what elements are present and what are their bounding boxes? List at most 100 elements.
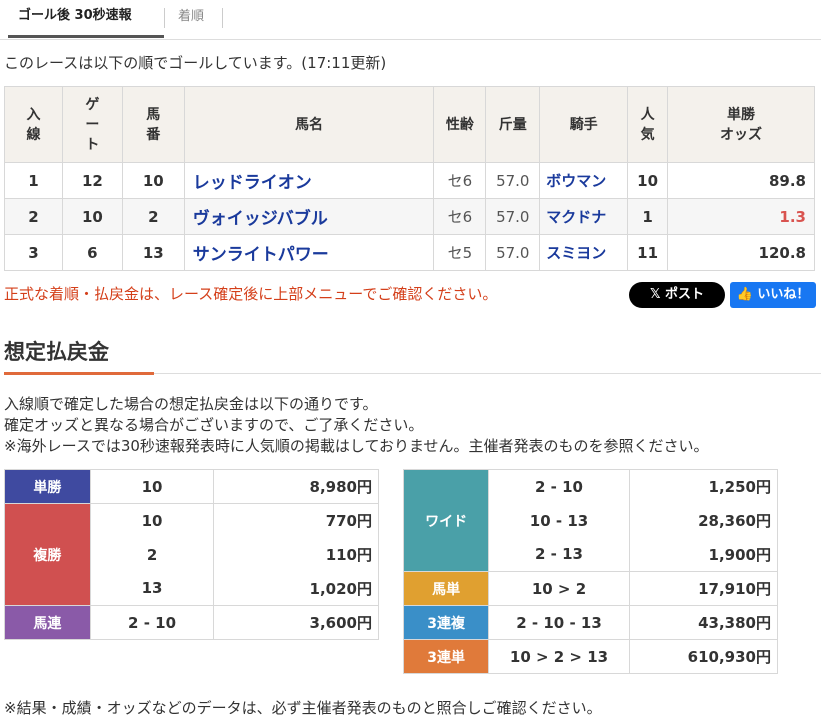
tab-bar: ゴール後 30秒速報 着順 bbox=[0, 0, 821, 40]
jockey-link[interactable]: マクドナ bbox=[539, 198, 629, 235]
label-umatan: 馬単 bbox=[402, 571, 490, 606]
cell-order: 3 bbox=[4, 234, 63, 271]
intro-text: このレースは以下の順でゴールしています。(17:11更新) bbox=[4, 54, 387, 72]
payout-row-umatan: 馬単 10 > 2 17,910円 bbox=[402, 571, 779, 606]
label-umaren: 馬連 bbox=[4, 605, 91, 640]
combo: 13 bbox=[89, 571, 215, 606]
label-tansho: 単勝 bbox=[4, 469, 91, 504]
amount: 1,020円 bbox=[213, 571, 379, 606]
amount: 1,250円 bbox=[628, 469, 779, 504]
table-row: 1 12 10 レッドライオン セ6 57.0 ボウマン 10 89.8 bbox=[4, 162, 815, 199]
post-label: ポスト bbox=[664, 287, 704, 302]
combo: 2 bbox=[89, 537, 215, 572]
table-header-row: 入 線 ゲ ー ト 馬 番 馬名 性齢 斤量 騎手 人 気 単勝 オッズ bbox=[4, 86, 815, 163]
combo: 10 > 2 > 13 bbox=[488, 639, 630, 674]
tab-divider bbox=[164, 8, 165, 28]
label-sanrenpuku: 3連複 bbox=[402, 605, 490, 640]
header-popularity: 人 気 bbox=[627, 86, 669, 163]
payout-table-right: ワイド 2 - 10 1,250円 10 - 13 28,360円 2 - 13… bbox=[402, 469, 779, 674]
amount: 770円 bbox=[213, 503, 379, 538]
cell-odds: 1.3 bbox=[667, 198, 815, 235]
like-label: いいね！ bbox=[757, 287, 810, 302]
combo: 10 bbox=[89, 503, 215, 538]
tab-finish-order[interactable]: 着順 bbox=[178, 6, 204, 32]
horse-name-link[interactable]: サンライトパワー bbox=[183, 234, 435, 271]
jockey-link[interactable]: スミヨン bbox=[539, 234, 629, 271]
section-accent-bar bbox=[4, 372, 154, 375]
label-wide: ワイド bbox=[402, 469, 490, 572]
label-fukusho: 複勝 bbox=[4, 503, 91, 606]
header-horse: 馬名 bbox=[183, 86, 435, 163]
cell-sex-age: セ6 bbox=[433, 162, 487, 199]
thumbs-up-icon: 👍 bbox=[736, 287, 758, 302]
amount: 3,600円 bbox=[213, 605, 379, 640]
payout-row-sanrenpuku: 3連複 2 - 10 - 13 43,380円 bbox=[402, 605, 779, 640]
official-notice: 正式な着順・払戻金は、レース確定後に上部メニューでご確認ください。 bbox=[4, 285, 498, 303]
header-sex-age: 性齢 bbox=[433, 86, 487, 163]
payout-row-fukusho: 複勝 10 770円 bbox=[4, 503, 379, 606]
table-row: 2 10 2 ヴォイッジバブル セ6 57.0 マクドナ 1 1.3 bbox=[4, 198, 815, 235]
header-number: 馬 番 bbox=[121, 86, 185, 163]
header-order: 入 線 bbox=[4, 86, 63, 163]
amount: 17,910円 bbox=[628, 571, 779, 606]
cell-number: 2 bbox=[121, 198, 185, 235]
x-logo-icon: 𝕏 bbox=[649, 287, 665, 302]
cell-popularity: 10 bbox=[627, 162, 669, 199]
cell-odds: 120.8 bbox=[667, 234, 815, 271]
table-row: 3 6 13 サンライトパワー セ5 57.0 スミヨン 11 120.8 bbox=[4, 234, 815, 271]
horse-name-link[interactable]: ヴォイッジバブル bbox=[183, 198, 435, 235]
horse-name-link[interactable]: レッドライオン bbox=[183, 162, 435, 199]
amount: 43,380円 bbox=[628, 605, 779, 640]
jockey-link[interactable]: ボウマン bbox=[539, 162, 629, 199]
payout-row-wide: ワイド 2 - 10 1,250円 bbox=[402, 469, 779, 572]
cell-order: 1 bbox=[4, 162, 63, 199]
tab-underline bbox=[0, 39, 821, 40]
description-line: 確定オッズと異なる場合がございますので、ご了承ください。 bbox=[4, 416, 424, 434]
cell-odds: 89.8 bbox=[667, 162, 815, 199]
combo: 2 - 13 bbox=[488, 537, 630, 572]
cell-order: 2 bbox=[4, 198, 63, 235]
combo: 10 bbox=[89, 469, 215, 504]
cell-popularity: 1 bbox=[627, 198, 669, 235]
payout-row-sanrentan: 3連単 10 > 2 > 13 610,930円 bbox=[402, 639, 779, 674]
amount: 8,980円 bbox=[213, 469, 379, 504]
amount: 610,930円 bbox=[628, 639, 779, 674]
cell-weight: 57.0 bbox=[485, 162, 541, 199]
payout-table-left: 単勝 10 8,980円 複勝 10 770円 2 110円 13 1,020円… bbox=[4, 469, 379, 640]
combo: 2 - 10 - 13 bbox=[488, 605, 630, 640]
description-line: 入線順で確定した場合の想定払戻金は以下の通りです。 bbox=[4, 395, 378, 413]
header-jockey: 騎手 bbox=[539, 86, 629, 163]
cell-number: 13 bbox=[121, 234, 185, 271]
amount: 110円 bbox=[213, 537, 379, 572]
results-table: 入 線 ゲ ー ト 馬 番 馬名 性齢 斤量 騎手 人 気 単勝 オッズ 1 1… bbox=[4, 86, 815, 271]
facebook-like-button[interactable]: 👍 いいね！ bbox=[730, 282, 816, 308]
cell-sex-age: セ5 bbox=[433, 234, 487, 271]
cell-number: 10 bbox=[121, 162, 185, 199]
tab-divider bbox=[222, 8, 223, 28]
header-gate: ゲ ー ト bbox=[61, 86, 123, 163]
combo: 10 > 2 bbox=[488, 571, 630, 606]
cell-gate: 6 bbox=[61, 234, 123, 271]
description-line: ※海外レースでは30秒速報発表時に人気順の掲載はしておりません。主催者発表のもの… bbox=[4, 437, 709, 455]
payout-row-tansho: 単勝 10 8,980円 bbox=[4, 469, 379, 504]
label-sanrentan: 3連単 bbox=[402, 639, 490, 674]
cell-sex-age: セ6 bbox=[433, 198, 487, 235]
tab-30sec-report[interactable]: ゴール後 30秒速報 bbox=[8, 4, 164, 38]
cell-gate: 12 bbox=[61, 162, 123, 199]
cell-weight: 57.0 bbox=[485, 234, 541, 271]
section-title: 想定払戻金 bbox=[4, 340, 109, 364]
header-odds: 単勝 オッズ bbox=[667, 86, 815, 163]
combo: 10 - 13 bbox=[488, 503, 630, 538]
amount: 1,900円 bbox=[628, 537, 779, 572]
header-weight: 斤量 bbox=[485, 86, 541, 163]
payout-description: 入線順で確定した場合の想定払戻金は以下の通りです。 確定オッズと異なる場合がござ… bbox=[4, 394, 709, 457]
footer-note: ※結果・成績・オッズなどのデータは、必ず主催者発表のものと照合しご確認ください。 bbox=[4, 699, 602, 717]
combo: 2 - 10 bbox=[488, 469, 630, 504]
amount: 28,360円 bbox=[628, 503, 779, 538]
payout-row-umaren: 馬連 2 - 10 3,600円 bbox=[4, 605, 379, 640]
x-post-button[interactable]: 𝕏 ポスト bbox=[629, 282, 725, 308]
cell-popularity: 11 bbox=[627, 234, 669, 271]
cell-gate: 10 bbox=[61, 198, 123, 235]
cell-weight: 57.0 bbox=[485, 198, 541, 235]
combo: 2 - 10 bbox=[89, 605, 215, 640]
